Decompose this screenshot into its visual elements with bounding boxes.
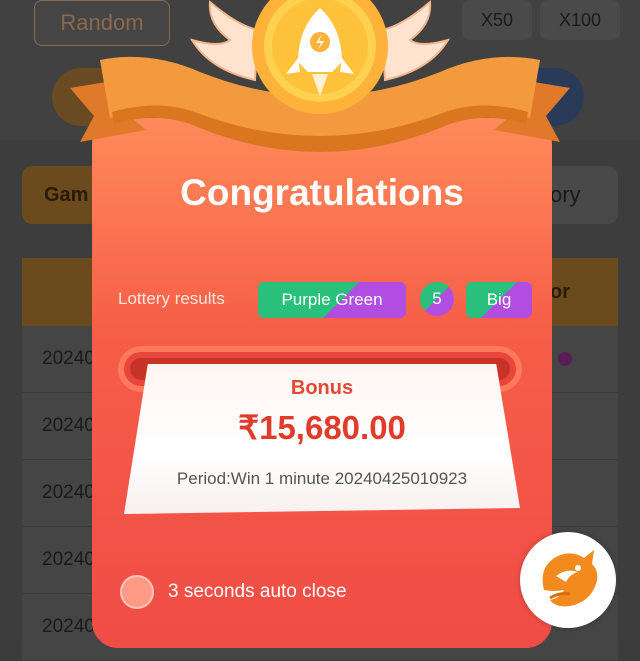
result-color-chip: Purple Green [258,282,406,318]
lottery-results-label: Lottery results [118,289,225,308]
result-size-chip: Big [466,282,532,318]
row-period: 20240 [42,482,95,503]
row-period: 20240 [42,616,95,637]
bonus-label: Bonus [290,377,354,399]
table-header-left [22,258,102,326]
row-period: 20240 [42,348,95,369]
auto-close-checkbox[interactable] [120,575,154,609]
dialog-title: Congratulations [180,172,464,213]
color-dot [558,352,572,366]
row-period: 20240 [42,415,95,436]
ribbon-icon [70,0,570,152]
bonus-amount: ₹15,680.00 [238,409,406,446]
auto-close-label: 3 seconds auto close [168,581,347,602]
period-text: Period:Win 1 minute 20240425010923 [176,469,468,488]
result-number-chip: 5 [420,282,454,316]
row-period: 20240 [42,549,95,570]
dragon-logo-icon [520,532,616,628]
